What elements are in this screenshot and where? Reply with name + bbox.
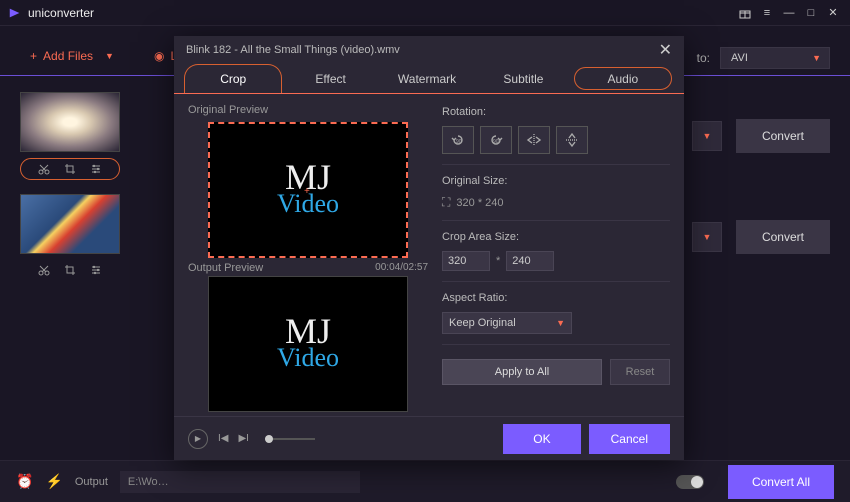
tab-effect[interactable]: Effect [282, 64, 378, 93]
svg-text:90: 90 [456, 139, 462, 145]
chevron-down-icon: ▼ [812, 53, 821, 63]
effects-icon[interactable] [90, 264, 102, 276]
merge-toggle[interactable] [676, 475, 704, 489]
plus-icon: + [30, 49, 37, 63]
aspect-ratio-value: Keep Original [449, 317, 516, 329]
add-files-label: Add Files [43, 49, 93, 63]
rotate-cw-button[interactable]: 90 [480, 126, 512, 154]
crop-icon[interactable] [64, 163, 76, 175]
effects-icon[interactable] [90, 163, 102, 175]
edit-toolbar [20, 260, 120, 280]
app-name: uniconverter [28, 6, 736, 20]
convert-to-label: to: [697, 51, 710, 65]
transport-controls: ▶ I◀ ▶I [188, 429, 315, 449]
disc-icon: ◉ [154, 49, 164, 63]
aspect-ratio-select[interactable]: Keep Original ▼ [442, 312, 572, 334]
cancel-button[interactable]: Cancel [589, 424, 670, 454]
bottom-bar: ⏰ ⚡ Output E:\Wo… Convert All [0, 460, 850, 502]
crop-icon[interactable] [64, 264, 76, 276]
crop-center-icon[interactable]: + [304, 186, 312, 194]
apply-to-all-button[interactable]: Apply to All [442, 359, 602, 385]
modal-header: Blink 182 - All the Small Things (video)… [174, 36, 684, 64]
trim-icon[interactable] [38, 163, 50, 175]
menu-icon[interactable]: ≡ [758, 4, 776, 22]
preview-graphic: Video [277, 343, 339, 373]
expand-icon: ⛶ [442, 195, 450, 210]
ok-button[interactable]: OK [503, 424, 580, 454]
svg-text:90: 90 [493, 139, 499, 145]
timecode: 00:04/02:57 [375, 262, 428, 274]
skip-fwd-icon[interactable]: ▶I [238, 433, 248, 444]
chevron-down-icon: ▼ [105, 51, 114, 61]
seek-slider[interactable] [265, 438, 315, 440]
alarm-icon[interactable]: ⏰ [16, 473, 33, 490]
play-button[interactable]: ▶ [188, 429, 208, 449]
convert-button[interactable]: Convert [736, 119, 830, 153]
flip-horizontal-button[interactable] [518, 126, 550, 154]
gpu-accel-icon[interactable]: ⚡ [45, 473, 62, 490]
output-path-field[interactable]: E:\Wo… [120, 471, 360, 493]
output-preview: MJ Video [208, 276, 408, 412]
flip-vertical-button[interactable] [556, 126, 588, 154]
target-format-select[interactable]: AVI ▼ [720, 47, 830, 69]
convert-all-button[interactable]: Convert All [728, 465, 834, 499]
rotate-ccw-button[interactable]: 90 [442, 126, 474, 154]
target-format-area: to: AVI ▼ [697, 47, 830, 69]
row-format-dropdown[interactable]: ▼ [692, 121, 722, 151]
app-logo-icon [8, 6, 22, 20]
reset-button[interactable]: Reset [610, 359, 670, 385]
chevron-down-icon: ▼ [556, 318, 565, 328]
add-files-button[interactable]: + Add Files ▼ [20, 43, 124, 69]
crop-area-label: Crop Area Size: [442, 231, 670, 243]
edit-toolbar [20, 158, 120, 180]
file-thumbnail[interactable] [20, 194, 120, 254]
original-preview-label: Original Preview [188, 104, 428, 116]
rotation-label: Rotation: [442, 106, 670, 118]
row-format-dropdown[interactable]: ▼ [692, 222, 722, 252]
target-format-value: AVI [731, 52, 748, 64]
tab-watermark[interactable]: Watermark [379, 64, 475, 93]
preview-column: Original Preview MJ Video + Output Previ… [188, 102, 428, 412]
original-preview[interactable]: MJ Video + [208, 122, 408, 258]
tab-crop[interactable]: Crop [184, 64, 282, 93]
skip-back-icon[interactable]: I◀ [218, 433, 228, 444]
crop-settings: Rotation: 90 90 Original Size: ⛶ 320 * 2… [442, 102, 670, 412]
tab-subtitle[interactable]: Subtitle [475, 64, 571, 93]
minimize-icon[interactable]: — [780, 4, 798, 22]
aspect-ratio-label: Aspect Ratio: [442, 292, 670, 304]
edit-modal: Blink 182 - All the Small Things (video)… [174, 36, 684, 460]
modal-title: Blink 182 - All the Small Things (video)… [186, 44, 400, 56]
crop-height-input[interactable] [506, 251, 554, 271]
window-controls: ≡ — □ ✕ [736, 4, 842, 22]
modal-close-icon[interactable]: ✕ [659, 40, 672, 60]
file-thumbnail[interactable] [20, 92, 120, 152]
maximize-icon[interactable]: □ [802, 4, 820, 22]
output-preview-label: Output Preview [188, 262, 263, 274]
convert-button[interactable]: Convert [736, 220, 830, 254]
gift-icon[interactable] [736, 4, 754, 22]
original-size-label: Original Size: [442, 175, 670, 187]
modal-footer: ▶ I◀ ▶I OK Cancel [174, 416, 684, 460]
dimension-separator: * [496, 255, 500, 267]
tab-audio[interactable]: Audio [574, 67, 672, 90]
title-bar: uniconverter ≡ — □ ✕ [0, 0, 850, 26]
modal-tabs: Crop Effect Watermark Subtitle Audio [174, 64, 684, 94]
close-icon[interactable]: ✕ [824, 4, 842, 22]
original-size-value: 320 * 240 [456, 197, 503, 209]
trim-icon[interactable] [38, 264, 50, 276]
crop-width-input[interactable] [442, 251, 490, 271]
output-label: Output [75, 476, 108, 488]
